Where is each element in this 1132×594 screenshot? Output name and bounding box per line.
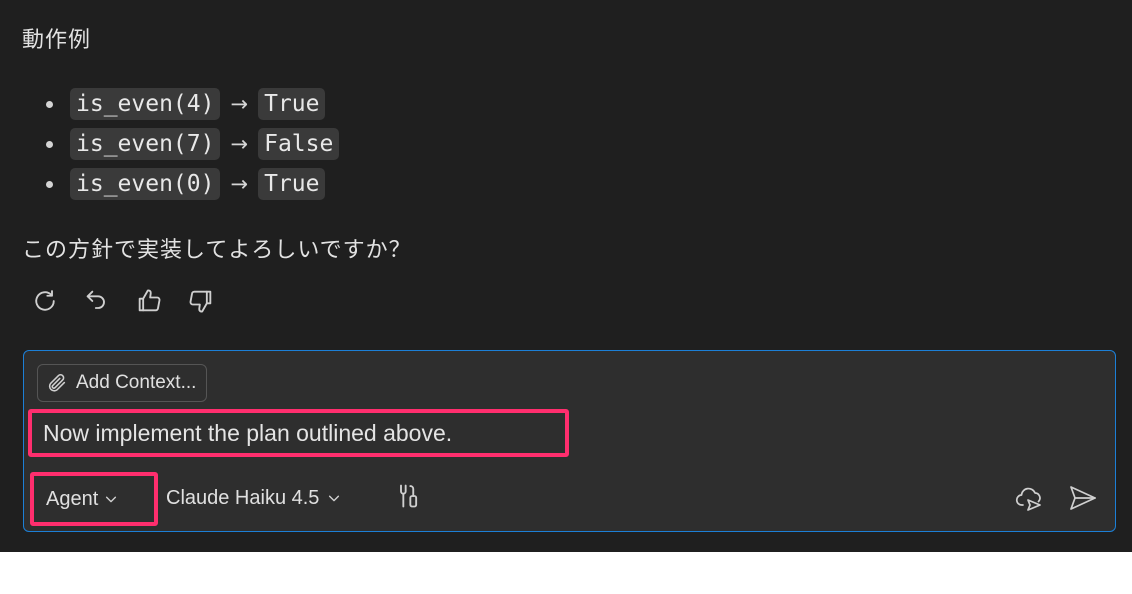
code-result: True — [258, 88, 326, 120]
code-call: is_even(0) — [70, 168, 221, 200]
arrow-icon: → — [230, 172, 249, 196]
configure-tools-button[interactable] — [394, 482, 424, 512]
message-heading: 動作例 — [22, 28, 92, 53]
model-label: Claude Haiku 4.5 — [166, 486, 320, 509]
thumbs-up-button[interactable] — [132, 284, 166, 318]
list-item: is_even(0) → True — [46, 164, 339, 204]
bullet-icon — [46, 180, 53, 188]
paperclip-icon — [48, 374, 66, 392]
tools-icon — [400, 484, 418, 508]
add-context-label: Add Context... — [76, 372, 197, 393]
example-list: is_even(4) → True is_even(7) → False is_… — [46, 84, 340, 204]
message-actions — [28, 284, 218, 318]
undo-button[interactable] — [80, 284, 114, 318]
send-button[interactable] — [1067, 482, 1101, 514]
retry-icon — [35, 290, 55, 311]
bullet-icon — [46, 140, 53, 148]
prompt-input[interactable]: Now implement the plan outlined above. — [43, 413, 452, 453]
confirmation-question: この方針で実装してよろしいですか？ — [22, 238, 412, 263]
arrow-icon: → — [230, 92, 249, 116]
thumbs-up-icon — [138, 289, 161, 312]
chevron-down-icon — [327, 491, 341, 505]
list-item: is_even(7) → False — [46, 124, 340, 164]
code-result: True — [258, 168, 326, 200]
send-icon — [1070, 486, 1096, 510]
retry-button[interactable] — [28, 284, 62, 318]
thumbs-down-icon — [189, 290, 212, 313]
undo-icon — [86, 290, 105, 309]
delegate-cloud-button[interactable] — [1014, 482, 1048, 514]
code-result: False — [258, 128, 340, 160]
chevron-down-icon — [104, 492, 118, 506]
cloud-delegate-icon — [1015, 487, 1041, 511]
mode-label: Agent — [46, 487, 99, 510]
thumbs-down-button[interactable] — [184, 284, 218, 318]
chat-input-box[interactable]: Add Context... Now implement the plan ou… — [23, 350, 1116, 532]
mode-highlight: Agent — [30, 472, 158, 526]
prompt-highlight: Now implement the plan outlined above. — [28, 409, 569, 457]
chat-panel: 動作例 is_even(4) → True is_even(7) → False… — [0, 0, 1132, 552]
list-item: is_even(4) → True — [46, 84, 339, 124]
bullet-icon — [46, 100, 53, 108]
code-call: is_even(7) — [70, 128, 221, 160]
mode-dropdown[interactable]: Agent — [46, 476, 118, 522]
code-call: is_even(4) — [70, 88, 221, 120]
arrow-icon: → — [230, 132, 249, 156]
model-dropdown[interactable]: Claude Haiku 4.5 — [166, 476, 341, 520]
add-context-button[interactable]: Add Context... — [37, 364, 208, 402]
